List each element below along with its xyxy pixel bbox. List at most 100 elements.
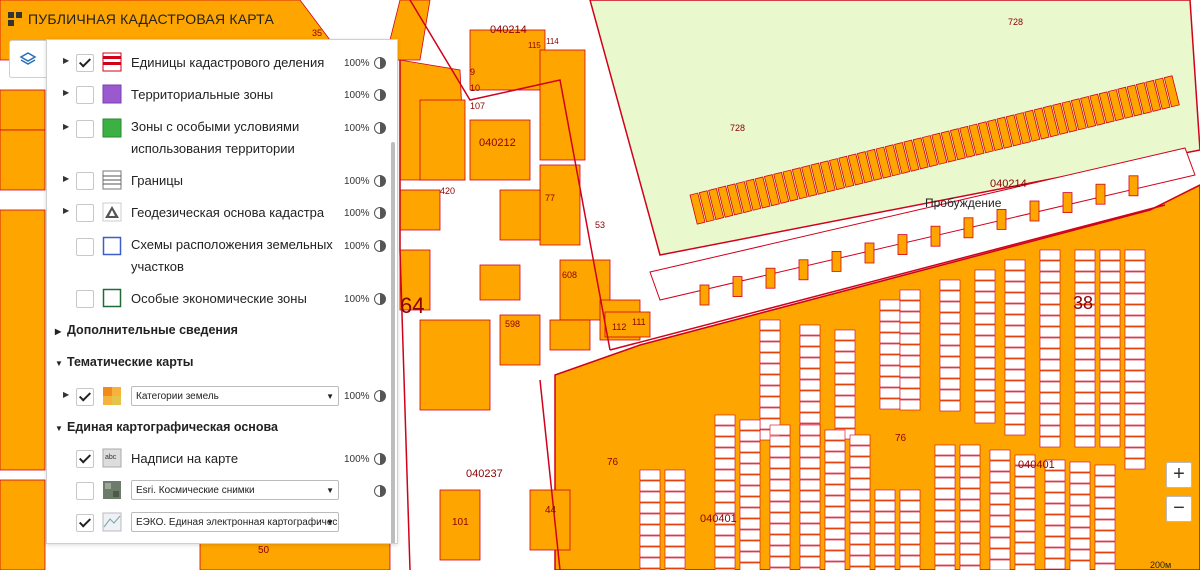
garage-block [1039, 337, 1061, 349]
panel-scrollbar[interactable] [391, 142, 395, 543]
map-label: 111 [632, 317, 646, 327]
garage-block [974, 302, 996, 314]
garage-block [1004, 369, 1026, 381]
garage-block [874, 522, 896, 534]
layer-checkbox[interactable] [76, 482, 94, 500]
garage-block [769, 490, 791, 502]
layer-checkbox[interactable] [76, 54, 94, 72]
garage-block [899, 533, 921, 545]
layer-checkbox[interactable] [76, 172, 94, 190]
garage-block [1014, 498, 1036, 510]
garage-parcel [1128, 175, 1139, 197]
layers-button[interactable] [9, 40, 46, 78]
layer-checkbox[interactable] [76, 86, 94, 104]
garage-block [1074, 359, 1096, 371]
garage-block [1014, 553, 1036, 565]
esri-select[interactable]: Esri. Космические снимки ▼ [131, 480, 339, 500]
garage-block [959, 532, 981, 544]
garage-block [664, 502, 686, 514]
half-circle-icon[interactable] [374, 293, 386, 305]
layer-label: Геодезическая основа кадастра [131, 205, 325, 220]
garage-block [799, 368, 821, 380]
garage-block [849, 511, 871, 523]
garage-block [1124, 447, 1146, 459]
garage-block [759, 407, 781, 419]
garage-block [739, 562, 761, 570]
garage-block [934, 554, 956, 566]
zoom-out-button[interactable]: − [1166, 496, 1192, 522]
land-categories-select[interactable]: Категории земель ▼ [131, 386, 339, 406]
garage-block [1004, 292, 1026, 304]
garage-block [739, 474, 761, 486]
garage-block [849, 456, 871, 468]
garage-block [849, 533, 871, 545]
garage-block [874, 489, 896, 501]
garage-block [1099, 425, 1121, 437]
layer-checkbox[interactable] [76, 238, 94, 256]
garage-block [974, 269, 996, 281]
garage-block [1069, 527, 1091, 539]
half-circle-icon[interactable] [374, 240, 386, 252]
garage-block [1069, 560, 1091, 570]
half-circle-icon[interactable] [374, 453, 386, 465]
garage-block [1094, 486, 1116, 498]
garage-block [739, 540, 761, 552]
layer-checkbox[interactable] [76, 204, 94, 222]
section-basemap[interactable]: ▼ Единая картографическая основа [55, 420, 278, 434]
garage-block [989, 559, 1011, 570]
garage-block [769, 457, 791, 469]
garage-block [714, 491, 736, 503]
satellite-icon [103, 481, 121, 499]
half-circle-icon[interactable] [374, 485, 386, 497]
half-circle-icon[interactable] [374, 57, 386, 69]
section-additional[interactable]: ▶ Дополнительные сведения [55, 323, 238, 337]
garage-block [974, 313, 996, 325]
garage-block [1124, 326, 1146, 338]
expand-arrow-icon[interactable]: ▶ [63, 206, 71, 215]
garage-block [939, 367, 961, 379]
garage-block [1044, 525, 1066, 537]
layer-checkbox[interactable] [76, 450, 94, 468]
half-circle-icon[interactable] [374, 390, 386, 402]
garage-block [1124, 337, 1146, 349]
garage-block [1039, 271, 1061, 283]
map-label: 76 [895, 433, 907, 444]
garage-block [899, 489, 921, 501]
half-circle-icon[interactable] [374, 175, 386, 187]
layer-checkbox[interactable] [76, 120, 94, 138]
garage-block [1004, 391, 1026, 403]
garage-block [824, 506, 846, 518]
garage-block [899, 300, 921, 312]
garage-block [959, 488, 981, 500]
expand-arrow-icon[interactable]: ▶ [63, 174, 71, 183]
garage-block [1099, 381, 1121, 393]
zoom-in-button[interactable]: + [1166, 462, 1192, 488]
garage-block [1004, 424, 1026, 436]
half-circle-icon[interactable] [374, 207, 386, 219]
garage-block [739, 529, 761, 541]
layer-checkbox[interactable] [76, 388, 94, 406]
garage-block [1039, 414, 1061, 426]
garage-block [974, 324, 996, 336]
chevron-down-icon: ▼ [326, 392, 334, 401]
half-circle-icon[interactable] [374, 89, 386, 101]
section-thematic[interactable]: ▼ Тематические карты [55, 355, 193, 369]
expand-arrow-icon[interactable]: ▶ [63, 122, 71, 131]
expand-arrow-icon[interactable]: ▶ [63, 88, 71, 97]
expand-arrow-icon[interactable]: ▶ [63, 56, 71, 65]
garage-block [639, 502, 661, 514]
garage-block [1004, 380, 1026, 392]
garage-block [1014, 487, 1036, 499]
opacity-value: 100% [344, 208, 370, 219]
eeko-select[interactable]: ЕЭКО. Единая электронная картографическ ▼ [131, 512, 339, 532]
garage-block [834, 406, 856, 418]
map-label: 040401 [700, 513, 737, 525]
garage-block [739, 551, 761, 563]
garage-block [824, 473, 846, 485]
garage-block [1039, 260, 1061, 272]
layer-checkbox[interactable] [76, 290, 94, 308]
half-circle-icon[interactable] [374, 122, 386, 134]
garage-block [1094, 552, 1116, 564]
expand-arrow-icon[interactable]: ▶ [63, 390, 71, 399]
layer-checkbox[interactable] [76, 514, 94, 532]
